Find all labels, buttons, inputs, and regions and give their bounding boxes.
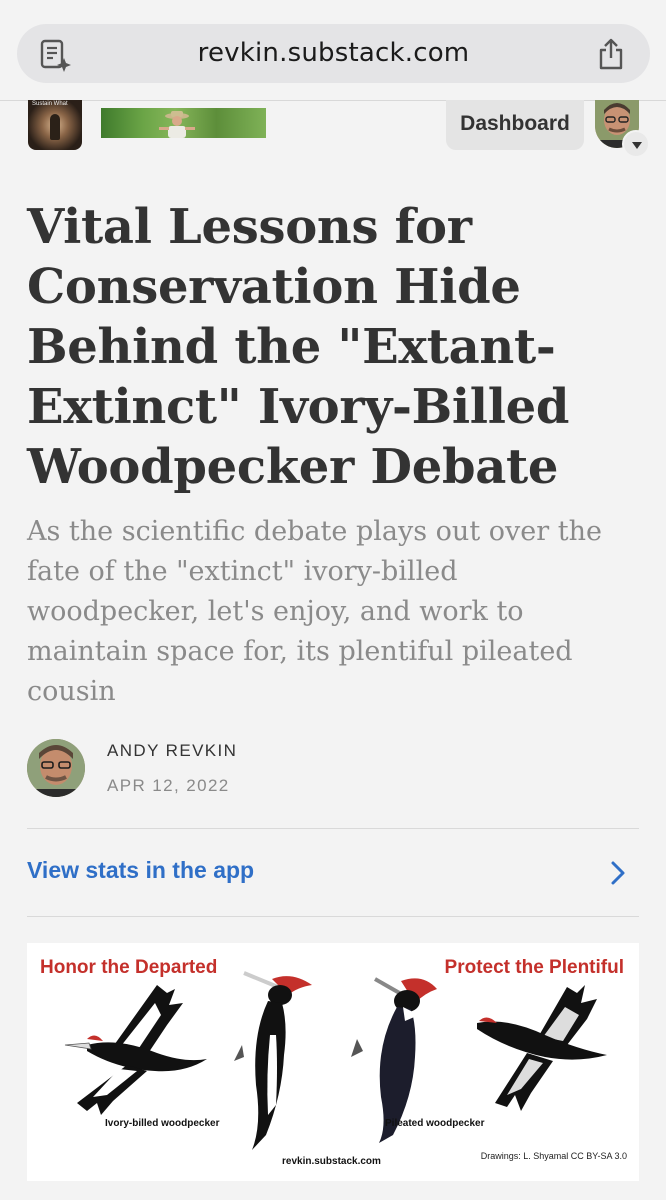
publish-date: APR 12, 2022 bbox=[107, 776, 230, 795]
pileated-flying-illustration bbox=[477, 985, 607, 1111]
chevron-down-icon[interactable] bbox=[622, 130, 650, 158]
browser-toolbar: revkin.substack.com bbox=[0, 0, 666, 100]
hero-right-heading: Protect the Plentiful bbox=[444, 957, 624, 978]
share-icon[interactable] bbox=[596, 37, 626, 71]
banner-person-image bbox=[159, 111, 195, 138]
article-subtitle: As the scientific debate plays out over … bbox=[27, 516, 602, 707]
author-avatar[interactable] bbox=[27, 739, 85, 797]
ivory-billed-flying-illustration bbox=[64, 985, 207, 1115]
chevron-right-icon[interactable] bbox=[608, 860, 628, 886]
divider bbox=[27, 828, 639, 829]
divider bbox=[27, 916, 639, 917]
hero-image[interactable]: Honor the Departed Protect the Plentiful… bbox=[27, 943, 639, 1181]
ivory-billed-perched-illustration bbox=[234, 971, 312, 1150]
view-stats-link[interactable]: View stats in the app bbox=[27, 857, 254, 884]
publication-banner[interactable] bbox=[101, 108, 266, 138]
hero-left-caption: Ivory-billed woodpecker bbox=[105, 1118, 220, 1129]
publication-logo[interactable]: Sustain What bbox=[28, 100, 82, 150]
publication-logo-text: Sustain What bbox=[32, 101, 68, 107]
article-title: Vital Lessons for Conservation Hide Behi… bbox=[27, 199, 570, 495]
logo-figure bbox=[50, 114, 60, 140]
hero-left-heading: Honor the Departed bbox=[40, 957, 218, 978]
url-text[interactable]: revkin.substack.com bbox=[17, 38, 650, 68]
author-portrait-image bbox=[27, 739, 85, 797]
hero-site-caption: revkin.substack.com bbox=[282, 1156, 381, 1167]
hero-credit: Drawings: L. Shyamal CC BY-SA 3.0 bbox=[480, 1151, 627, 1161]
address-bar[interactable]: revkin.substack.com bbox=[17, 24, 650, 83]
dashboard-button[interactable]: Dashboard bbox=[446, 100, 584, 150]
author-name[interactable]: ANDY REVKIN bbox=[107, 741, 237, 761]
